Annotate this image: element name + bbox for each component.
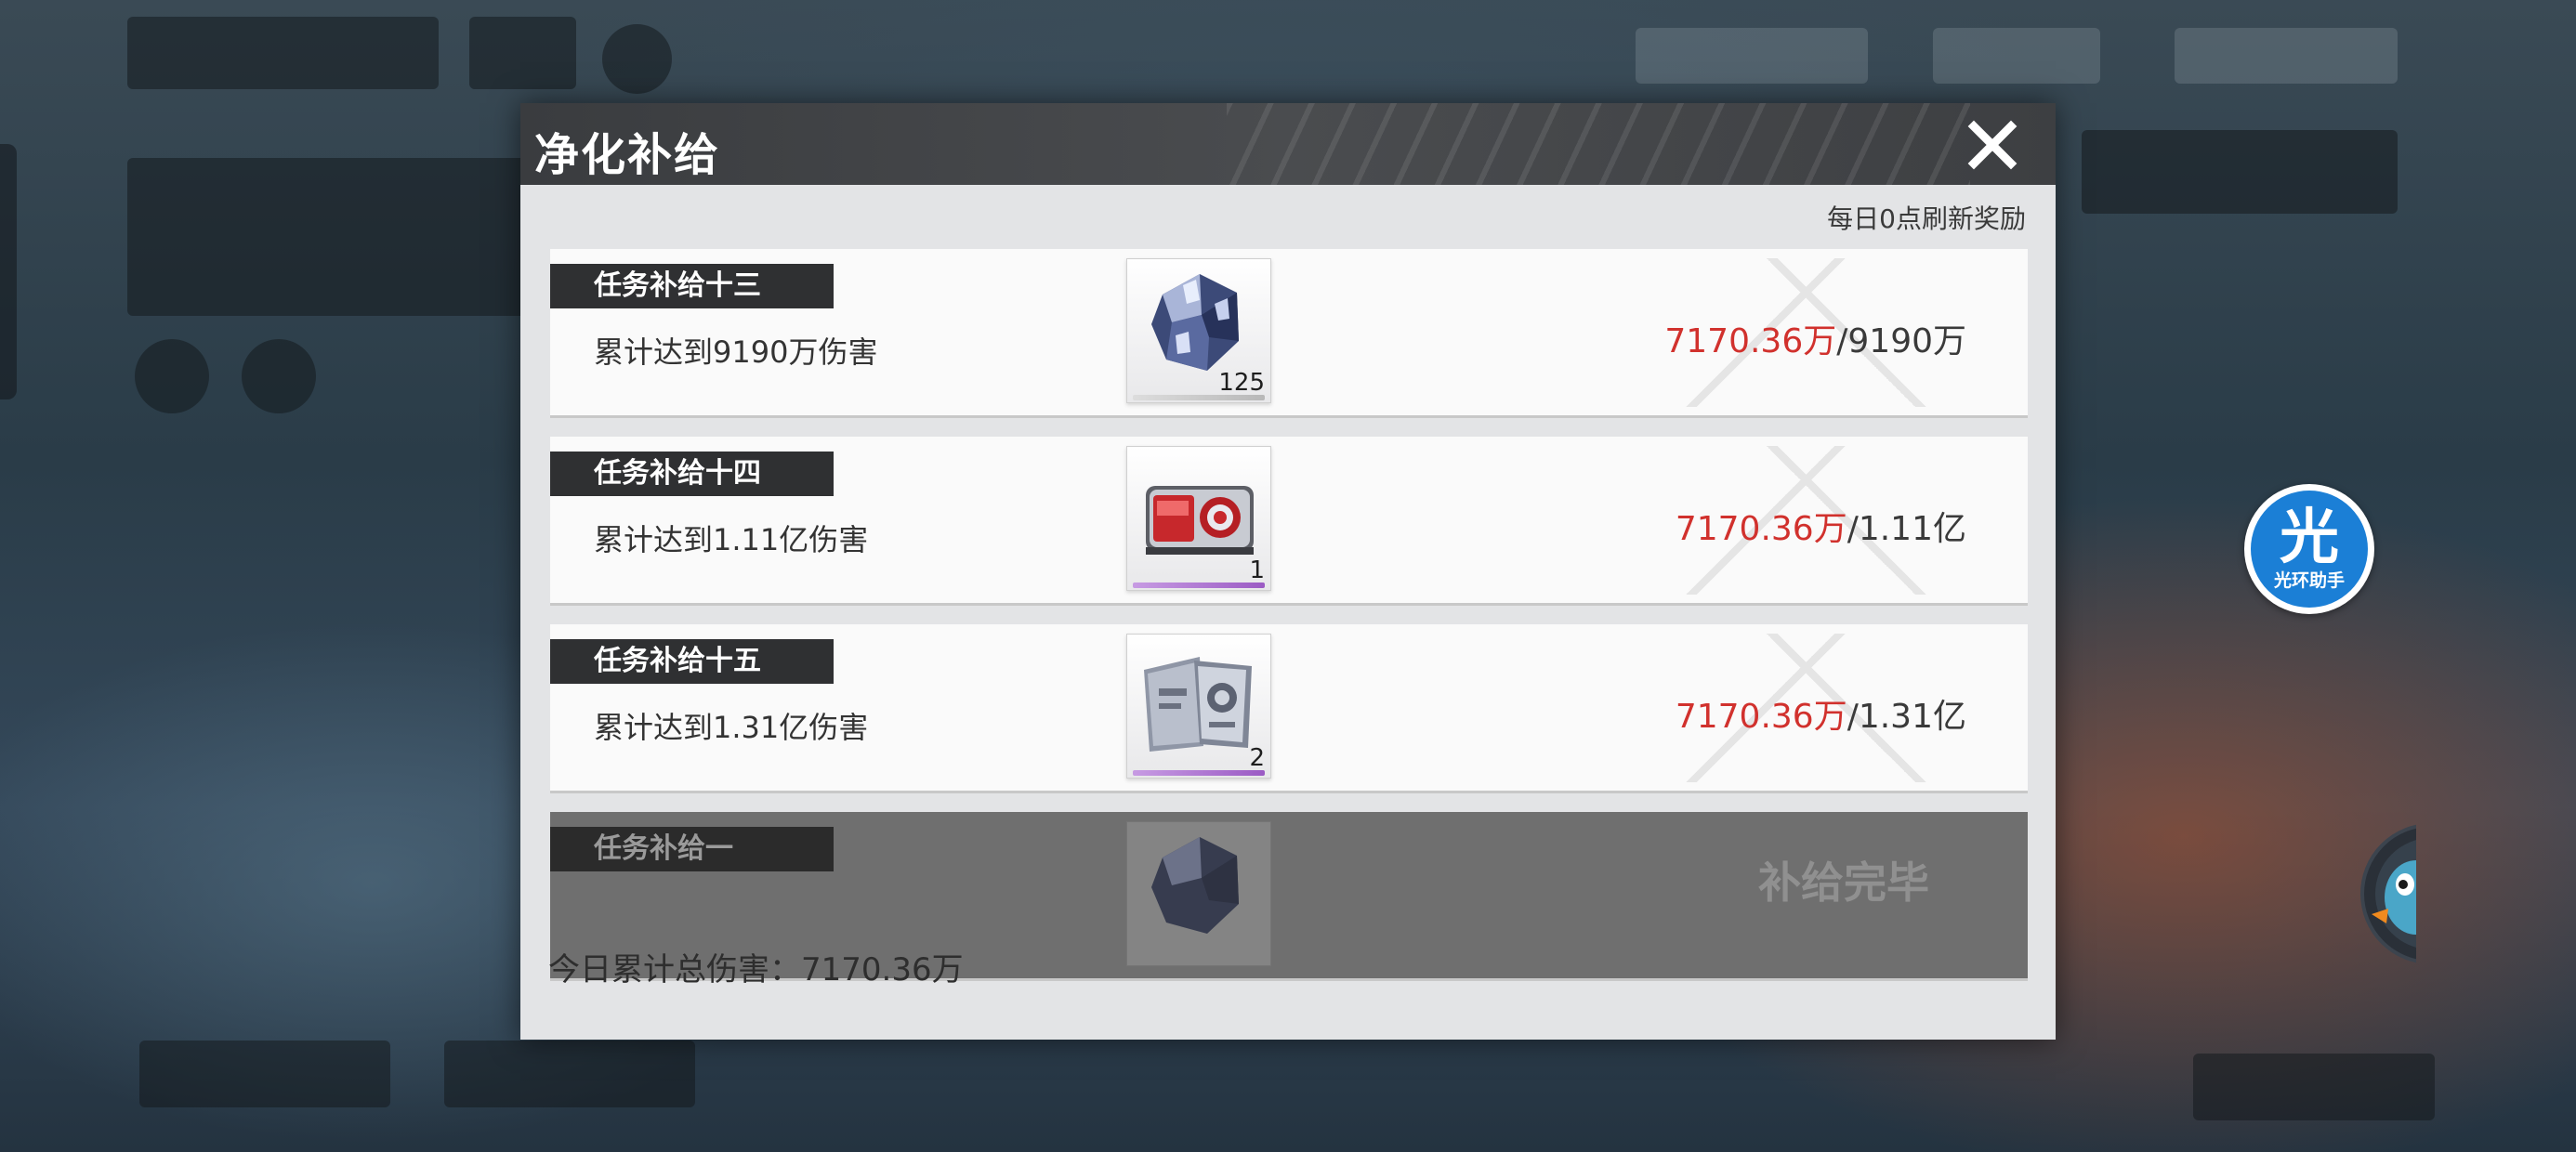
helper-icon: 光 光环助手 [2251,491,2368,608]
bg-bottom-button [444,1041,695,1107]
dialog-header: 净化补给 [520,103,2056,185]
reward-item[interactable]: 1 [1126,446,1271,591]
task-tag: 任务补给十三 [550,264,834,308]
task-row: 任务补给十三 累计达到9190万伤害 125 7170.36万/9190万 [550,249,2028,418]
task-progress: 7170.36万/1.11亿 [1676,502,1966,550]
helper-label: 光环助手 [2273,569,2345,591]
rarity-bar [1133,770,1265,776]
task-description: 累计达到1.31亿伤害 [594,710,869,745]
reward-item[interactable]: 2 [1126,634,1271,779]
refresh-note: 每日0点刷新奖励 [1827,203,2026,234]
helper-float-button[interactable]: 光 光环助手 [2244,484,2374,614]
task-tag: 任务补给十四 [550,452,834,496]
helper-glyph: 光 [2280,503,2339,572]
progress-current: 7170.36万 [1664,322,1837,360]
progress-target: /1.31亿 [1847,698,1966,736]
close-button[interactable] [1962,116,2023,174]
progress-current: 7170.36万 [1675,510,1847,548]
close-icon [1967,120,2017,170]
header-texture [1227,103,1970,185]
bg-info-panel [127,158,527,316]
document-stack-icon [1144,657,1252,752]
bg-resource-bar [1933,28,2100,84]
task-description: 累计达到9190万伤害 [594,334,878,370]
reward-item[interactable] [1126,821,1271,966]
reward-count: 1 [1249,556,1265,584]
dialog-title: 净化补给 [534,129,721,181]
reward-count: 2 [1249,744,1265,772]
bg-bottom-button [139,1041,390,1107]
bg-resource-bar [1636,28,1868,84]
red-device-icon [1146,486,1254,555]
task-progress: 7170.36万/1.31亿 [1676,689,1966,738]
mascot-float-button[interactable] [2360,823,2416,964]
bg-top-button [602,24,672,94]
task-progress: 7170.36万/9190万 [1664,314,1966,362]
bg-round-button [135,339,209,413]
task-tag: 任务补给一 [550,827,834,871]
bg-resource-bar [2175,28,2398,84]
bg-info-panel [2082,130,2398,214]
mascot-icon [2360,824,2416,963]
task-tag: 任务补给十五 [550,639,834,684]
completed-stamp: 补给完毕 [1758,857,1929,908]
task-description: 累计达到1.11亿伤害 [594,522,869,557]
task-row: 任务补给十四 累计达到1.11亿伤害 1 7170.36万/1.11亿 [550,437,2028,606]
crystal-ore-icon [1151,837,1239,934]
reward-item[interactable]: 125 [1126,258,1271,403]
bg-top-button [469,17,576,89]
task-row: 任务补给十五 累计达到1.31亿伤害 2 7170.36万/1.31亿 [550,624,2028,793]
progress-target: /1.11亿 [1847,510,1966,548]
total-damage: 今日累计总伤害：7170.36万 [548,951,964,988]
supply-dialog: 净化补给 每日0点刷新奖励 任务补给十三 累计达到9190万伤害 125 717… [520,103,2056,1040]
progress-target: /9190万 [1836,322,1966,360]
side-drawer-tab[interactable] [0,144,17,399]
bg-round-button [242,339,316,413]
task-list[interactable]: 任务补给十三 累计达到9190万伤害 125 7170.36万/9190万 任务… [550,249,2028,998]
rarity-bar [1133,583,1265,588]
progress-current: 7170.36万 [1675,698,1847,736]
bg-top-button [127,17,439,89]
reward-count: 125 [1218,369,1265,397]
bg-bottom-button [2193,1054,2435,1120]
